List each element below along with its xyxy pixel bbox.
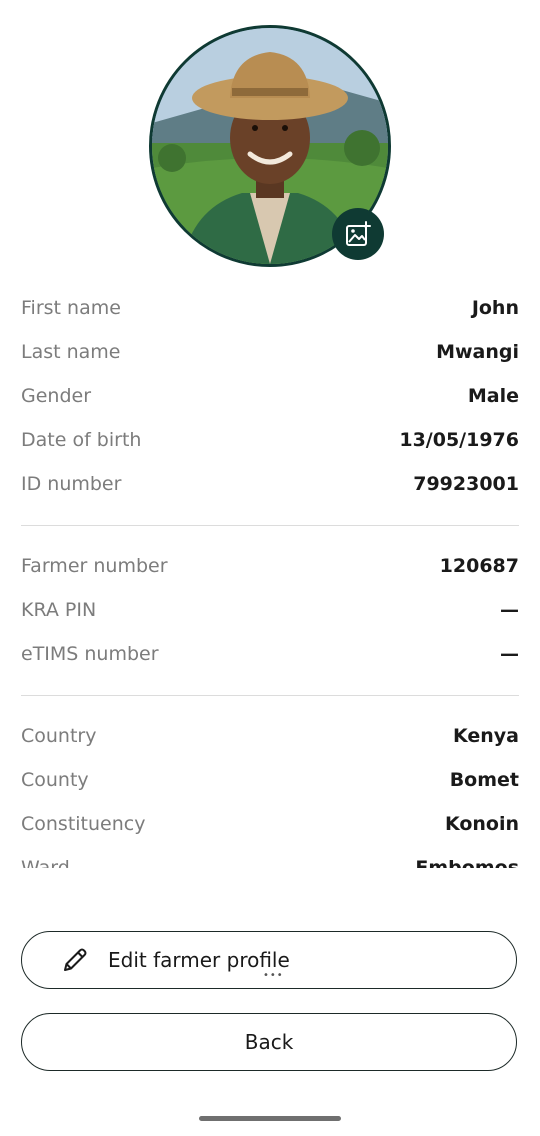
detail-label: Constituency [21,813,146,835]
detail-label: Country [21,725,97,747]
detail-row-kra-pin: KRA PIN — [21,588,519,632]
detail-value: John [471,297,519,319]
detail-value: Kenya [452,725,519,747]
detail-label: Date of birth [21,429,142,451]
detail-value: 120687 [439,555,519,577]
detail-label: Gender [21,385,92,407]
detail-row-county: County Bomet [21,758,519,802]
detail-label: County [21,769,89,791]
farmer-section: Farmer number 120687 KRA PIN — eTIMS num… [21,544,519,676]
detail-label: eTIMS number [21,643,159,665]
detail-label: ID number [21,473,122,495]
avatar-container [148,24,392,268]
detail-row-gender: Gender Male [21,374,519,418]
personal-section: First name John Last name Mwangi Gender … [21,286,519,506]
section-divider [21,695,519,696]
farmer-profile-screen: First name John Last name Mwangi Gender … [0,0,540,1136]
add-photo-icon [346,221,371,246]
detail-value: Bomet [449,769,519,791]
detail-label: Ward [21,857,70,868]
detail-label: KRA PIN [21,599,97,621]
detail-value: Male [467,385,519,407]
detail-label: Farmer number [21,555,168,577]
home-indicator[interactable] [199,1116,341,1121]
detail-row-country: Country Kenya [21,714,519,758]
detail-value: 13/05/1976 [399,429,519,451]
detail-row-farmer-number: Farmer number 120687 [21,544,519,588]
detail-row-first-name: First name John [21,286,519,330]
detail-row-constituency: Constituency Konoin [21,802,519,846]
detail-row-id-number: ID number 79923001 [21,462,519,506]
detail-label: Last name [21,341,121,363]
change-photo-button[interactable] [332,208,384,260]
back-button[interactable]: Back [21,1013,517,1071]
detail-row-last-name: Last name Mwangi [21,330,519,374]
profile-details: First name John Last name Mwangi Gender … [21,286,519,868]
detail-value: 79923001 [413,473,519,495]
detail-value: — [500,599,519,621]
detail-row-date-of-birth: Date of birth 13/05/1976 [21,418,519,462]
detail-value: Mwangi [436,341,519,363]
detail-row-ward: Ward Embomos [21,846,519,868]
detail-value: — [500,643,519,665]
detail-row-etims-number: eTIMS number — [21,632,519,676]
detail-label: First name [21,297,121,319]
detail-value: Embomos [415,857,519,868]
more-indicator-icon: ••• [263,970,284,981]
back-button-label: Back [244,1030,294,1054]
location-section: Country Kenya County Bomet Constituency … [21,714,519,868]
edit-button-label: Edit farmer profile [108,948,290,972]
section-divider [21,525,519,526]
detail-value: Konoin [444,813,519,835]
pencil-icon [64,948,87,971]
